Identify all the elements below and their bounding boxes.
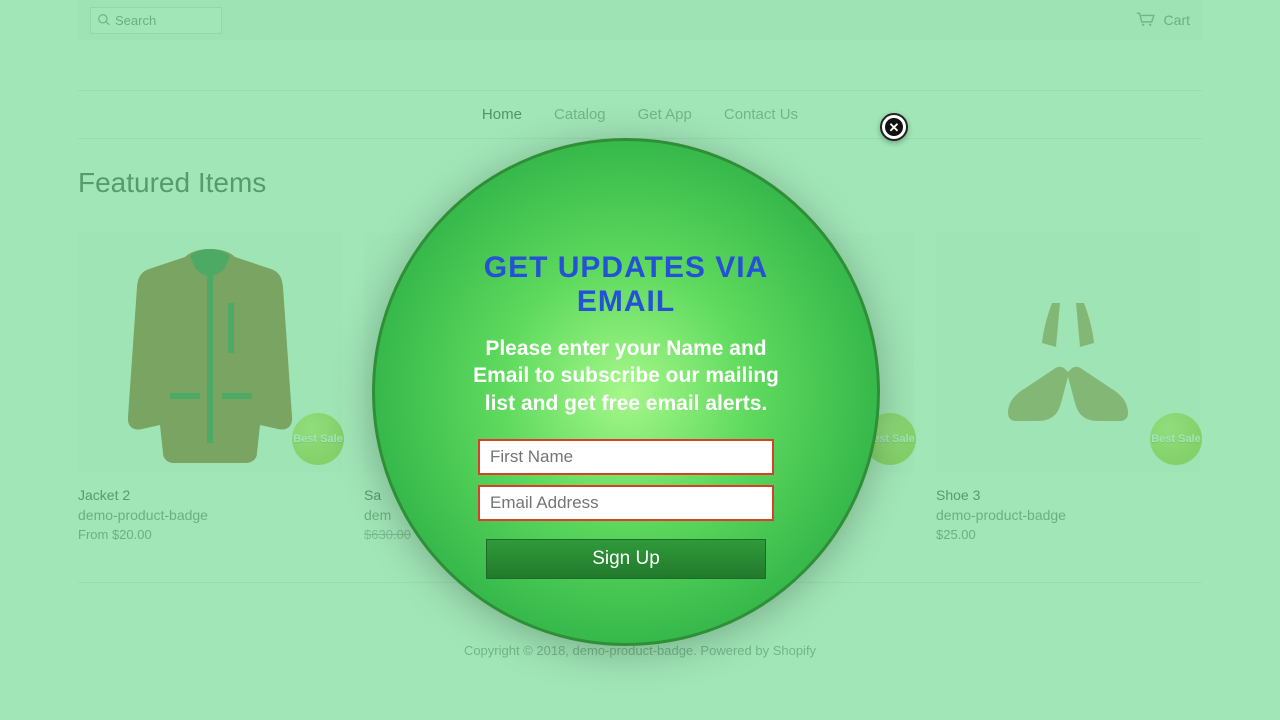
modal-heading: GET UPDATES VIA EMAIL xyxy=(465,251,787,319)
signup-button[interactable]: Sign Up xyxy=(486,539,766,579)
first-name-input[interactable] xyxy=(478,439,774,475)
modal-close-button[interactable]: ✕ xyxy=(880,113,908,141)
close-icon: ✕ xyxy=(885,118,903,136)
modal-subtext: Please enter your Name and Email to subs… xyxy=(465,335,787,417)
email-input[interactable] xyxy=(478,485,774,521)
subscribe-modal: GET UPDATES VIA EMAIL Please enter your … xyxy=(372,138,880,646)
